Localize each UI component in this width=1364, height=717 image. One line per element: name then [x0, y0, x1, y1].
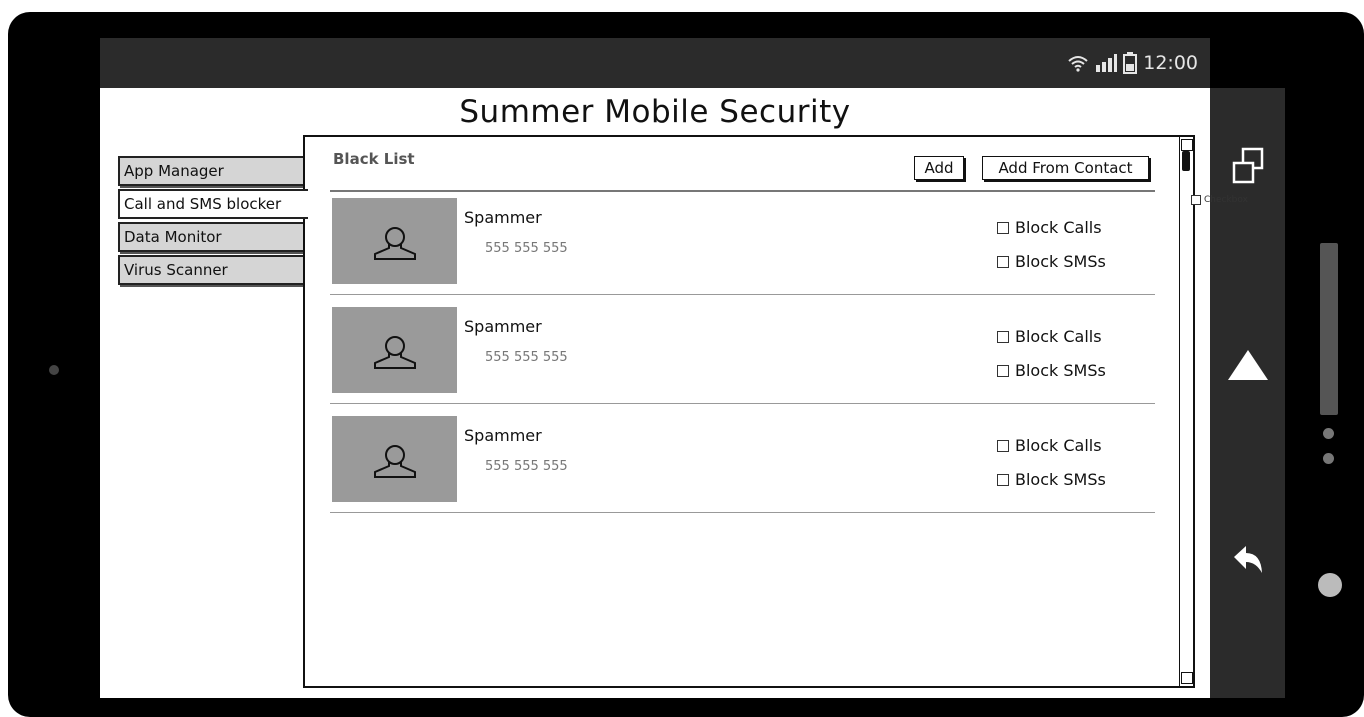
block-sms-checkbox[interactable]: Block SMSs [997, 252, 1106, 271]
tab-virus-scanner[interactable]: Virus Scanner [118, 255, 306, 285]
row-divider [330, 294, 1155, 295]
nav-bar [1210, 88, 1285, 698]
tab-app-manager[interactable]: App Manager [118, 156, 306, 186]
add-from-contact-button[interactable]: Add From Contact [982, 156, 1149, 180]
signal-icon [1095, 54, 1118, 72]
blacklist-panel: Black List Add Add From Contact Spammer … [303, 135, 1195, 688]
list-item[interactable]: Spammer 555 555 555 Block Calls Block SM… [330, 198, 1155, 308]
vertical-scrollbar[interactable] [1179, 137, 1193, 686]
user-icon [374, 336, 416, 369]
checkbox-box[interactable] [1191, 195, 1201, 205]
avatar [332, 416, 457, 502]
list-item[interactable]: Spammer 555 555 555 Block Calls Block SM… [330, 307, 1155, 417]
add-button[interactable]: Add [914, 156, 964, 180]
back-button[interactable] [1210, 543, 1285, 577]
block-calls-label: Block Calls [1015, 327, 1102, 346]
recent-apps-icon [1232, 147, 1263, 184]
avatar [332, 307, 457, 393]
list-item[interactable]: Spammer 555 555 555 Block Calls Block SM… [330, 416, 1155, 526]
block-calls-checkbox[interactable]: Block Calls [997, 327, 1102, 346]
block-sms-label: Block SMSs [1015, 470, 1106, 489]
row-divider [330, 512, 1155, 513]
block-calls-checkbox[interactable]: Block Calls [997, 218, 1102, 237]
scroll-thumb[interactable] [1182, 151, 1190, 171]
block-calls-label: Block Calls [1015, 436, 1102, 455]
checkbox-box[interactable] [997, 473, 1009, 486]
floating-checkbox[interactable]: Checkbox [1191, 195, 1248, 205]
checkbox-box[interactable] [997, 330, 1009, 343]
contact-name: Spammer [464, 426, 542, 445]
scroll-down-icon[interactable] [1181, 672, 1193, 684]
row-divider [330, 403, 1155, 404]
checkbox-box[interactable] [997, 439, 1009, 452]
block-sms-label: Block SMSs [1015, 361, 1106, 380]
checkbox-box[interactable] [997, 364, 1009, 377]
scroll-up-icon[interactable] [1181, 139, 1193, 151]
block-calls-checkbox[interactable]: Block Calls [997, 436, 1102, 455]
contact-phone: 555 555 555 [485, 241, 568, 256]
home-icon [1227, 350, 1268, 380]
block-calls-label: Block Calls [1015, 218, 1102, 237]
contact-phone: 555 555 555 [485, 459, 568, 474]
tab-data-monitor[interactable]: Data Monitor [118, 222, 306, 252]
back-icon [1233, 546, 1262, 573]
user-icon [374, 445, 416, 478]
panel-title: Black List [333, 150, 415, 168]
battery-icon [1123, 52, 1138, 74]
avatar [332, 198, 457, 284]
checkbox-box[interactable] [997, 255, 1009, 268]
app-title: Summer Mobile Security [459, 94, 851, 130]
tab-call-and-sms-blocker[interactable]: Call and SMS blocker [118, 189, 308, 219]
contact-name: Spammer [464, 208, 542, 227]
status-time: 12:00 [1143, 52, 1198, 74]
wifi-icon [1067, 54, 1089, 72]
recent-apps-button[interactable] [1210, 146, 1285, 186]
camera-dot [49, 365, 59, 375]
side-dot [1323, 428, 1334, 439]
checkbox-box[interactable] [997, 221, 1009, 234]
status-bar: 12:00 [100, 38, 1210, 88]
block-sms-checkbox[interactable]: Block SMSs [997, 470, 1106, 489]
side-dot [1323, 453, 1334, 464]
user-icon [374, 227, 416, 260]
floating-checkbox-label: Checkbox [1204, 195, 1248, 205]
contact-phone: 555 555 555 [485, 350, 568, 365]
header-divider [330, 190, 1155, 192]
block-sms-label: Block SMSs [1015, 252, 1106, 271]
home-button[interactable] [1210, 346, 1285, 382]
block-sms-checkbox[interactable]: Block SMSs [997, 361, 1106, 380]
app-screen: Summer Mobile Security App Manager Call … [100, 88, 1210, 698]
side-round-button[interactable] [1318, 573, 1342, 597]
contact-name: Spammer [464, 317, 542, 336]
side-bar-indicator [1320, 243, 1338, 415]
